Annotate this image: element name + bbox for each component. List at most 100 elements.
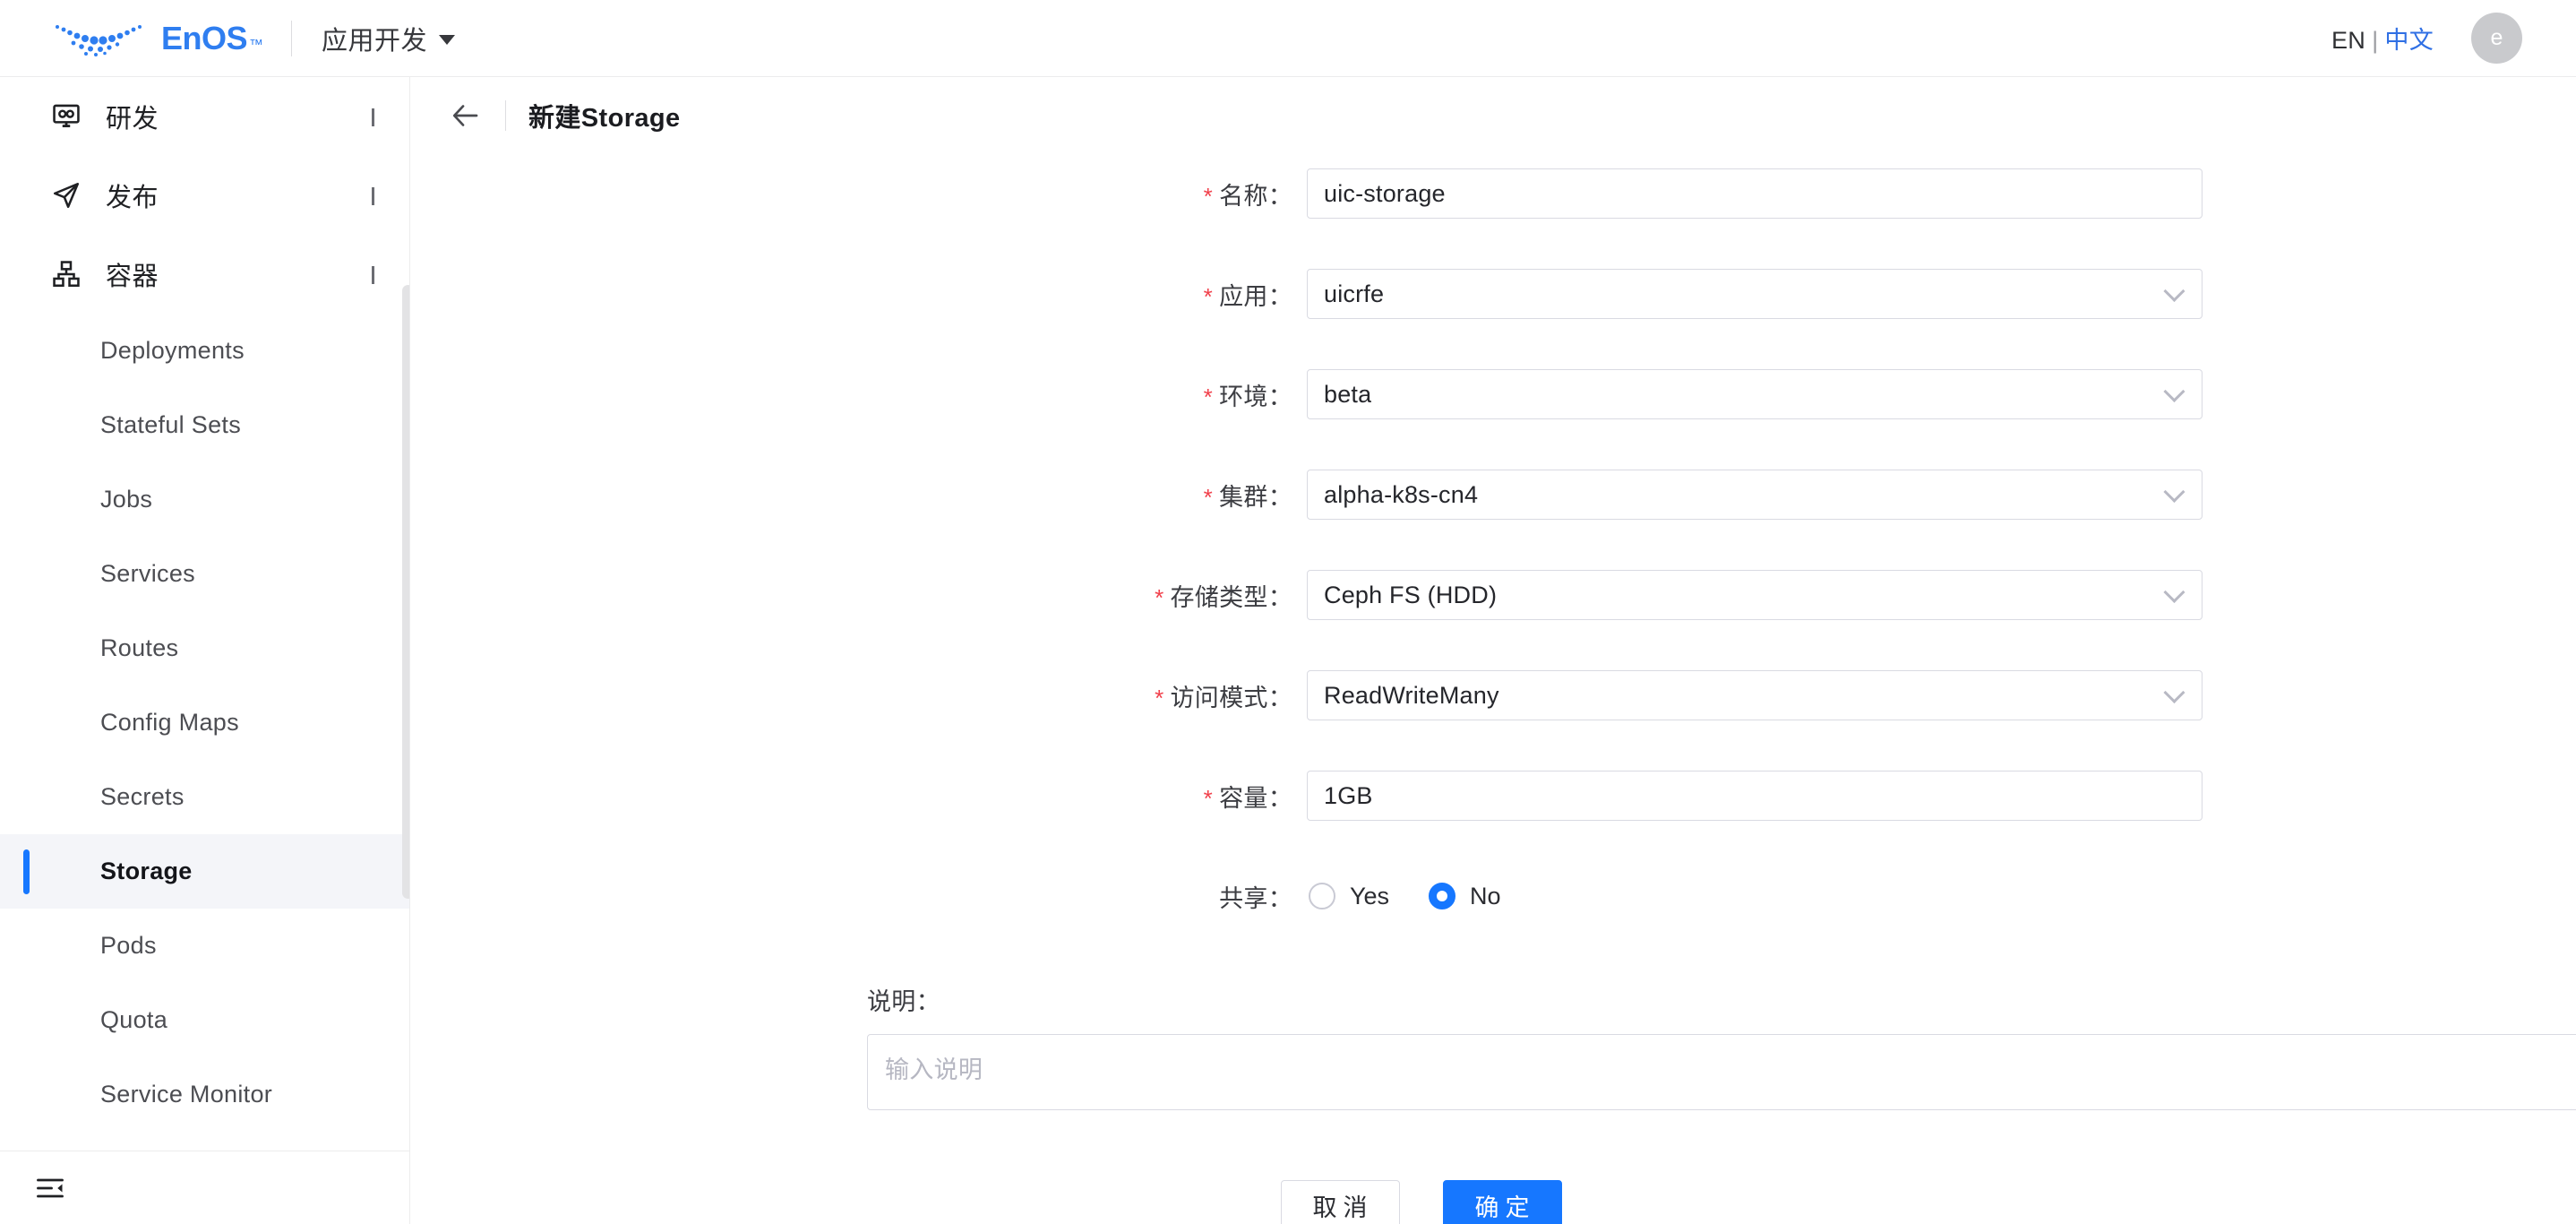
storage-type-select[interactable]: Ceph FS (HDD) — [1307, 570, 2202, 620]
cancel-button[interactable]: 取消 — [1280, 1180, 1400, 1224]
app-switcher[interactable]: 应用开发 — [322, 20, 456, 57]
sidebar-item-service-monitor[interactable]: Service Monitor — [0, 1057, 409, 1132]
sidebar-item-stateful-sets[interactable]: Stateful Sets — [0, 388, 409, 462]
form-row-application: * 应用： uicrfe — [411, 269, 2576, 319]
cluster-select[interactable]: alpha-k8s-cn4 — [1307, 470, 2202, 520]
form-row-share: 共享： Yes No — [411, 871, 2576, 921]
brand-divider — [291, 20, 293, 56]
sidebar-item-label: Quota — [100, 1006, 168, 1033]
form-label-capacity: * 容量： — [411, 779, 1307, 814]
description-block: 说明： 输入说明 — [411, 966, 2576, 1110]
form-row-name: * 名称： uic-storage — [411, 168, 2576, 219]
brand-trademark: ™ — [249, 37, 264, 53]
header-divider — [505, 100, 506, 131]
cluster-select-value: alpha-k8s-cn4 — [1324, 480, 1479, 508]
label-suffix: ： — [1267, 684, 1292, 711]
page-title: 新建Storage — [528, 104, 681, 133]
required-mark: * — [1203, 483, 1214, 511]
sidebar-item-label: Services — [100, 560, 195, 587]
form-row-access-mode: * 访问模式： ReadWriteMany — [411, 670, 2576, 720]
form-label-application: * 应用： — [411, 277, 1307, 312]
collapse-sidebar-icon[interactable] — [30, 1168, 70, 1208]
sidebar-item-secrets[interactable]: Secrets — [0, 760, 409, 834]
label-text: 容量 — [1219, 784, 1268, 812]
storage-type-select-value: Ceph FS (HDD) — [1324, 581, 1498, 608]
chevron-up-icon — [372, 266, 374, 284]
environment-select-value: beta — [1324, 380, 1372, 408]
share-radio-no-label: No — [1470, 882, 1501, 909]
sidebar-item-services[interactable]: Services — [0, 537, 409, 611]
top-bar-right: EN | 中文 e — [2331, 13, 2522, 64]
name-input-value: uic-storage — [1324, 179, 1446, 207]
share-radio-yes-label: Yes — [1350, 882, 1390, 909]
form-row-cluster: * 集群： alpha-k8s-cn4 — [411, 470, 2576, 520]
form-label-storage-type: * 存储类型： — [411, 578, 1307, 613]
radio-circle-icon — [1309, 883, 1335, 909]
sidebar-item-storage[interactable]: Storage — [0, 834, 409, 909]
chevron-down-icon — [372, 108, 374, 126]
app-switcher-label: 应用开发 — [322, 26, 428, 56]
sidebar-group-dev[interactable]: 研发 — [0, 77, 409, 156]
description-placeholder: 输入说明 — [885, 1056, 983, 1083]
application-select[interactable]: uicrfe — [1307, 269, 2202, 319]
required-mark: * — [1203, 383, 1214, 410]
sidebar-item-deployments[interactable]: Deployments — [0, 314, 409, 388]
sidebar-item-config-maps[interactable]: Config Maps — [0, 685, 409, 760]
environment-select[interactable]: beta — [1307, 369, 2202, 419]
confirm-button[interactable]: 确定 — [1442, 1180, 1562, 1224]
form-row-environment: * 环境： beta — [411, 369, 2576, 419]
share-radio-group: Yes No — [1307, 883, 1501, 910]
sidebar-item-quota[interactable]: Quota — [0, 983, 409, 1057]
sidebar-item-pods[interactable]: Pods — [0, 909, 409, 983]
sidebar-item-label: Deployments — [100, 337, 245, 364]
brand-logo[interactable]: EnOS ™ — [52, 19, 263, 58]
sidebar-item-label: Routes — [100, 634, 179, 661]
chevron-down-icon — [439, 35, 456, 45]
capacity-input[interactable]: 1GB — [1307, 771, 2202, 821]
label-suffix: ： — [1267, 884, 1292, 912]
access-mode-select[interactable]: ReadWriteMany — [1307, 670, 2202, 720]
share-radio-no[interactable]: No — [1429, 883, 1501, 910]
form-label-name: * 名称： — [411, 177, 1307, 211]
chevron-down-icon — [2163, 581, 2185, 603]
chevron-down-icon — [2163, 380, 2185, 402]
paper-plane-icon — [50, 179, 82, 211]
sidebar-item-label: Jobs — [100, 486, 153, 513]
enos-swoosh-icon — [56, 24, 142, 56]
chevron-down-icon — [2163, 681, 2185, 703]
sidebar-item-label: Storage — [100, 858, 193, 884]
brand-name: EnOS — [161, 19, 248, 56]
sidebar-scrollbar-thumb[interactable] — [402, 285, 409, 899]
sidebar-item-label: Secrets — [100, 783, 185, 810]
sidebar-item-label: Pods — [100, 932, 157, 959]
form-label-share: 共享： — [411, 879, 1307, 914]
sidebar-item-label: Stateful Sets — [100, 411, 241, 438]
chevron-down-icon — [2163, 480, 2185, 503]
access-mode-select-value: ReadWriteMany — [1324, 681, 1499, 709]
sidebar-item-routes[interactable]: Routes — [0, 611, 409, 685]
back-arrow-icon[interactable] — [448, 98, 484, 134]
language-switcher[interactable]: EN | 中文 — [2331, 21, 2434, 56]
page-header: 新建Storage — [411, 77, 2576, 154]
form-row-capacity: * 容量： 1GB — [411, 771, 2576, 821]
required-mark: * — [1203, 282, 1214, 310]
sidebar-group-label: 研发 — [106, 105, 159, 134]
sidebar-item-jobs[interactable]: Jobs — [0, 462, 409, 537]
label-suffix: ： — [1267, 282, 1292, 310]
sidebar-group-release[interactable]: 发布 — [0, 156, 409, 235]
sidebar-item-label: Config Maps — [100, 709, 239, 736]
lang-en-link[interactable]: EN — [2331, 27, 2366, 54]
avatar[interactable]: e — [2471, 13, 2522, 64]
sidebar-group-container[interactable]: 容器 — [0, 235, 409, 314]
name-input[interactable]: uic-storage — [1307, 168, 2202, 219]
storage-form: * 名称： uic-storage * 应用： uicrfe * 环境： beta — [411, 154, 2576, 1224]
lang-zh-link[interactable]: 中文 — [2384, 27, 2434, 54]
label-text: 访问模式 — [1170, 684, 1268, 711]
label-suffix: ： — [1267, 383, 1292, 410]
description-textarea[interactable]: 输入说明 — [867, 1034, 2576, 1110]
share-radio-yes[interactable]: Yes — [1309, 883, 1389, 910]
required-mark: * — [1203, 182, 1214, 210]
required-mark: * — [1155, 583, 1164, 611]
main-content: 新建Storage *名称： uic-storage *应用： uicrfe — [411, 77, 2576, 1224]
form-actions: 取消 确定 — [411, 1180, 2576, 1224]
